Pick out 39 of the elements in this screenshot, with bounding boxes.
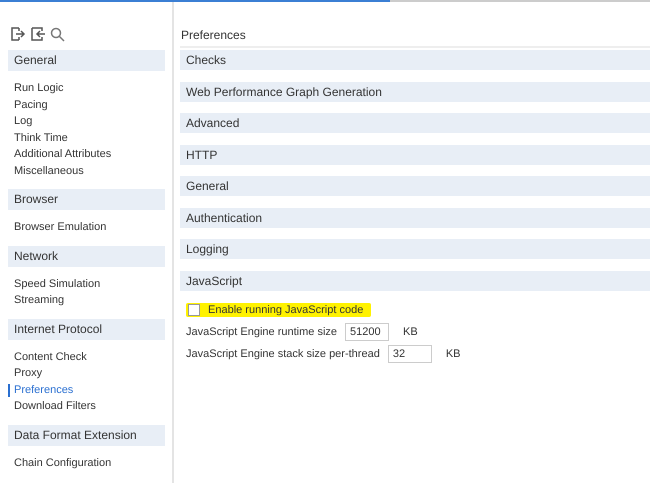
section-header[interactable]: JavaScript <box>180 270 650 290</box>
sidebar-item[interactable]: Browser Emulation <box>8 219 106 236</box>
sidebar-item[interactable]: Content Check <box>8 348 87 365</box>
sidebar-item[interactable]: Proxy <box>8 365 42 382</box>
group-header[interactable]: Data Format Extension <box>8 424 165 446</box>
import-icon[interactable] <box>30 26 46 42</box>
sidebar-item[interactable]: Think Time <box>8 130 68 146</box>
sidebar-item[interactable]: Log <box>8 113 32 130</box>
unit-label: KB <box>403 326 418 338</box>
search-icon[interactable] <box>50 26 65 42</box>
section-header[interactable]: Advanced <box>180 113 650 133</box>
checkbox-label: Enable running JavaScript code <box>208 304 364 316</box>
number-field[interactable]: 51200 <box>345 323 390 341</box>
section-header[interactable]: Logging <box>180 239 650 259</box>
section-header[interactable]: HTTP <box>180 144 650 164</box>
group-header[interactable]: General <box>8 50 165 71</box>
sidebar-item[interactable]: Chain Configuration <box>8 454 112 471</box>
sidebar-item[interactable]: Streaming <box>8 292 64 308</box>
group-header[interactable]: Network <box>8 246 165 266</box>
number-field[interactable]: 32 <box>388 345 432 363</box>
section-header[interactable]: Checks <box>180 50 650 70</box>
field-label: JavaScript Engine runtime size <box>186 326 338 338</box>
section-header[interactable]: Authentication <box>180 208 650 228</box>
section-header[interactable]: General <box>180 176 650 196</box>
group-header[interactable]: Internet Protocol <box>8 318 165 340</box>
checkbox[interactable] <box>188 304 200 316</box>
section-header[interactable]: Web Performance Graph Generation <box>180 82 650 102</box>
sidebar-item[interactable]: Miscellaneous <box>8 162 84 179</box>
panel-title: Preferences <box>180 26 650 48</box>
unit-label: KB <box>446 348 461 360</box>
sidebar-item[interactable]: Run Logic <box>8 80 64 96</box>
sidebar-item[interactable]: Speed Simulation <box>8 276 100 292</box>
export-icon[interactable] <box>10 26 26 42</box>
sidebar-item[interactable]: Preferences <box>8 382 74 398</box>
group-header[interactable]: Browser <box>8 189 165 210</box>
sidebar-item[interactable]: Download Filters <box>8 398 96 414</box>
sidebar-item[interactable]: Pacing <box>8 96 48 113</box>
sidebar-item[interactable]: Additional Attributes <box>8 146 112 162</box>
field-label: JavaScript Engine stack size per-thread <box>186 348 380 360</box>
